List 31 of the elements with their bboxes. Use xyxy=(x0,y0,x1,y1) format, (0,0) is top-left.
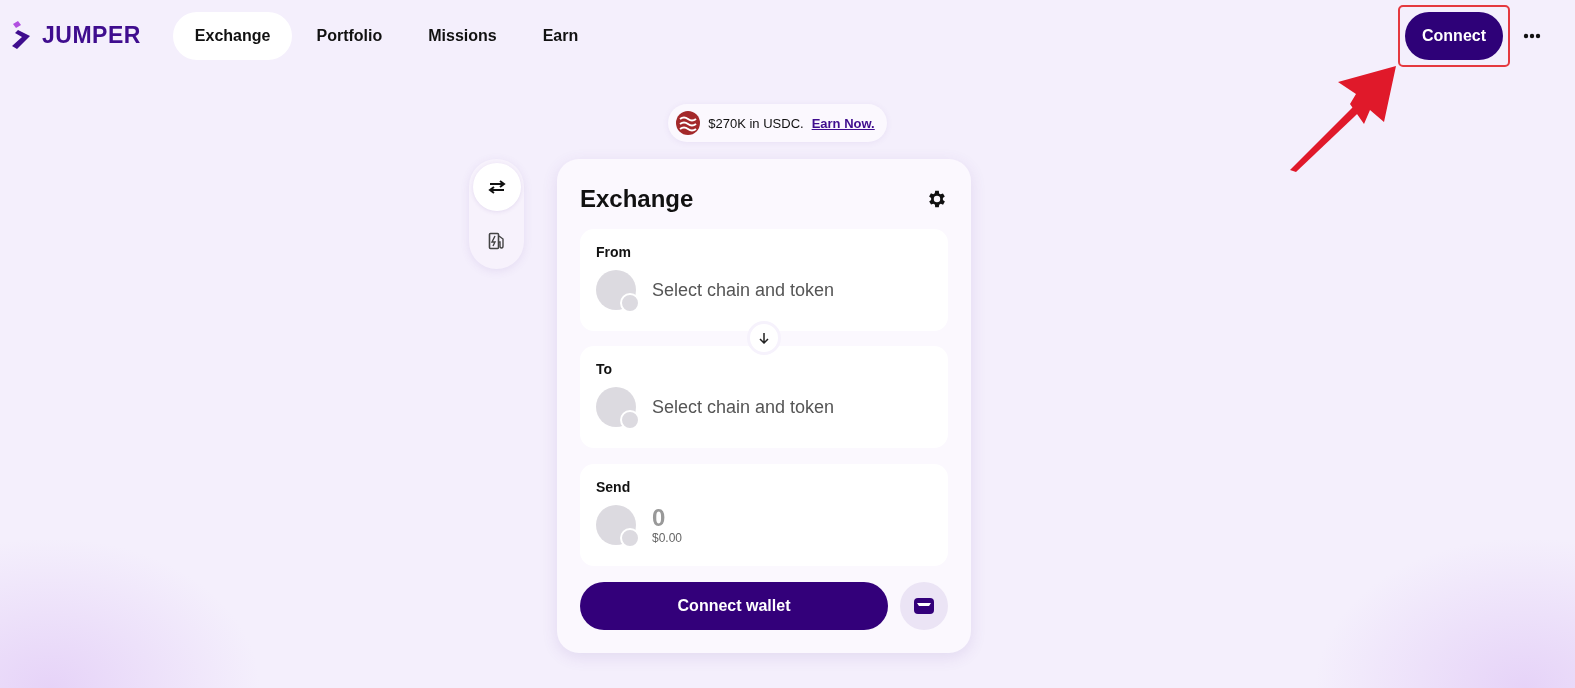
section-label: Send xyxy=(596,479,632,495)
promo-text: $270K in USDC. xyxy=(708,115,804,131)
token-placeholder-icon xyxy=(596,387,636,427)
nav-tab[interactable]: Portfolio xyxy=(294,11,405,60)
earn-now-link[interactable]: Earn Now. xyxy=(811,115,875,131)
usd-value: $0.00 xyxy=(652,531,683,545)
connect-button[interactable]: Connect xyxy=(1405,11,1503,60)
brand-name[interactable]: JUMPER xyxy=(42,22,141,49)
token-select-panel[interactable]: From Select chain and token xyxy=(580,229,948,331)
swap-button[interactable] xyxy=(472,163,521,211)
card-title: Exchange xyxy=(580,185,694,213)
coin-icon xyxy=(676,111,701,135)
swap-arrows-icon xyxy=(486,180,507,194)
connect-wallet-button[interactable]: Connect wallet xyxy=(580,582,888,630)
settings-icon[interactable] xyxy=(926,188,948,210)
gas-pump-icon xyxy=(487,232,506,250)
wallet-button[interactable] xyxy=(900,582,948,630)
section-label: To xyxy=(596,361,614,377)
select-prompt: Select chain and token xyxy=(652,396,835,418)
more-icon[interactable] xyxy=(1523,32,1541,39)
select-prompt: Select chain and token xyxy=(652,279,835,301)
token-select-panel[interactable]: To Select chain and token xyxy=(580,346,948,448)
promo-banner[interactable]: $270K in USDC. Earn Now. xyxy=(668,104,887,142)
token-placeholder-icon xyxy=(596,505,636,545)
nav-tab[interactable]: Earn xyxy=(520,11,601,60)
token-placeholder-icon xyxy=(596,270,636,310)
wallet-icon xyxy=(913,597,935,615)
section-label: From xyxy=(596,244,632,260)
nav-tab[interactable]: Missions xyxy=(406,11,519,60)
nav-tab[interactable]: Exchange xyxy=(172,11,293,60)
down-arrow-icon xyxy=(758,332,770,344)
